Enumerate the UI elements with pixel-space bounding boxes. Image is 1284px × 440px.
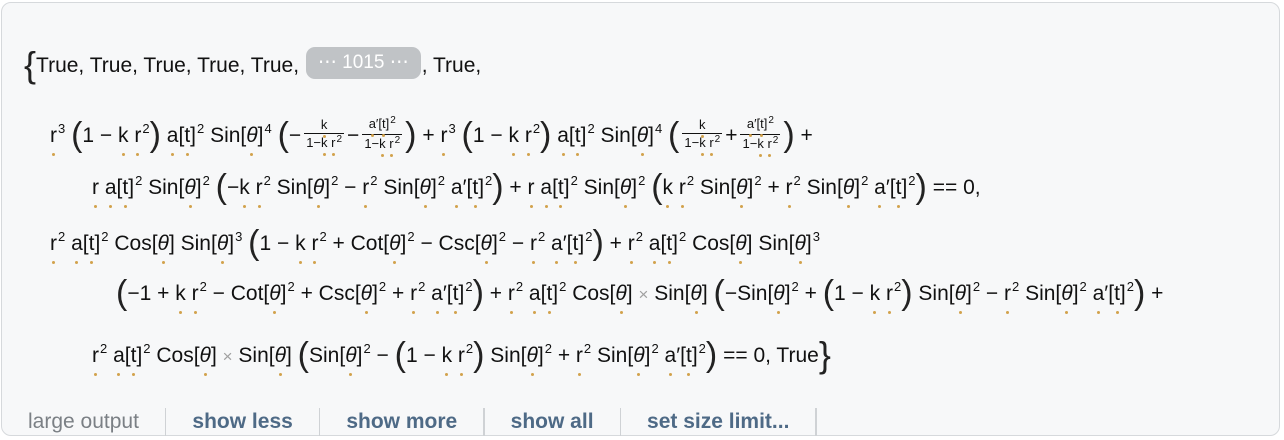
fraction: a′[t]2 1−k r2 [362, 115, 403, 157]
close-brace: } [818, 334, 831, 375]
output-line-2: r3 (1 − k r2) a[t]2 Sin[θ]4 (− k 1−k r2− a′… [50, 115, 813, 157]
output-line-1: {True, True, True, True, True, ⋯ 1015 ⋯,… [24, 44, 482, 85]
toolbar-divider [619, 408, 622, 436]
large-output-label: large output [28, 410, 139, 433]
toolbar-divider [483, 408, 485, 436]
large-output-panel: {True, True, True, True, True, ⋯ 1015 ⋯,… [1, 2, 1280, 436]
fraction: k 1−k r2 [304, 117, 345, 156]
output-line-5: (−1 + k r2 − Cot[θ]2 + Csc[θ]2 + r2 a′[t… [116, 274, 1164, 314]
result-suffix: , True, [421, 54, 482, 77]
fraction: k 1−k r2 [682, 117, 723, 156]
equation-1-end: == 0, [932, 176, 981, 199]
equation-2-end: == 0, True [723, 344, 819, 367]
result-prefix: True, True, True, True, True, [36, 54, 300, 77]
set-size-limit-button[interactable]: set size limit... [647, 410, 789, 434]
skipped-elements-chip[interactable]: ⋯ 1015 ⋯ [305, 47, 421, 80]
fraction: a′[t]2 1−k r2 [740, 115, 781, 157]
toolbar-divider [318, 408, 321, 436]
output-line-3: r a[t]2 Sin[θ]2 (−k r2 Sin[θ]2 − r2 Sin[… [92, 168, 981, 208]
open-brace: { [24, 44, 37, 85]
output-line-6: r2 a[t]2 Cos[θ] × Sin[θ] (Sin[θ]2 − (1 −… [92, 334, 831, 376]
show-all-button[interactable]: show all [511, 410, 594, 434]
show-less-button[interactable]: show less [192, 410, 292, 434]
output-expression: {True, True, True, True, True, ⋯ 1015 ⋯,… [2, 3, 1279, 383]
toolbar-divider [815, 408, 817, 436]
output-line-4: r2 a[t]2 Cos[θ] Sin[θ]3 (1 − k r2 + Cot[… [50, 224, 820, 264]
large-output-toolbar: large output show less show more show al… [28, 405, 843, 439]
toolbar-divider [164, 408, 167, 436]
show-more-button[interactable]: show more [346, 410, 457, 434]
